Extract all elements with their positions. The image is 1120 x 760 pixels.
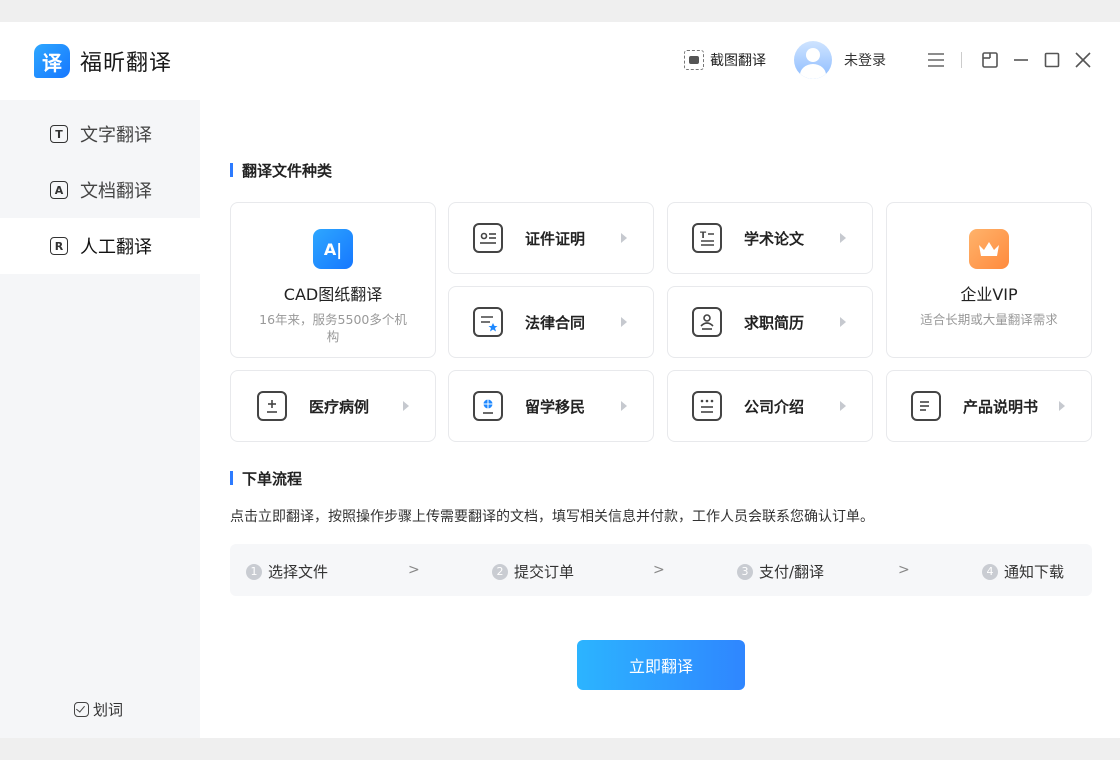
vip-desc: 适合长期或大量翻译需求 <box>920 312 1058 327</box>
sidebar-item-label: 人工翻译 <box>80 237 152 258</box>
mini-mode-button[interactable] <box>979 49 1001 71</box>
card-label: 求职简历 <box>744 313 805 332</box>
main-content: 翻译文件种类 A| CAD图纸翻译 16年来，服务5500多个机构 企业VIP … <box>200 100 1120 738</box>
resume-icon <box>692 307 722 337</box>
step-number: 1 <box>246 563 262 580</box>
id-card-icon <box>473 223 503 253</box>
step-pay-translate: 3 支付/翻译 <box>737 561 824 582</box>
arrow-right-icon <box>1059 401 1065 411</box>
step-notify-download: 4 通知下载 <box>982 561 1064 582</box>
card-label: 留学移民 <box>525 397 586 416</box>
arrow-right-icon <box>621 233 627 243</box>
arrow-right-icon <box>840 233 846 243</box>
minimize-button[interactable] <box>1010 49 1032 71</box>
menu-button[interactable] <box>925 49 947 71</box>
sidebar-item-document-translate[interactable]: A 文档翻译 <box>0 162 200 218</box>
menu-icon <box>928 53 944 67</box>
screenshot-translate-label: 截图翻译 <box>710 53 766 69</box>
sidebar: T 文字翻译 A 文档翻译 R 人工翻译 划词 <box>0 100 200 738</box>
card-study-immigration[interactable]: 留学移民 <box>448 370 654 442</box>
order-process-desc: 点击立即翻译，按照操作步骤上传需要翻译的文档，填写相关信息并付款，工作人员会联系… <box>230 509 874 525</box>
cad-desc: 16年来，服务5500多个机构 <box>259 312 407 344</box>
card-label: 产品说明书 <box>963 397 1039 416</box>
cad-icon: A| <box>313 229 353 269</box>
company-icon <box>692 391 722 421</box>
manual-icon <box>911 391 941 421</box>
card-label: 医疗病例 <box>309 397 370 416</box>
header-actions: 截图翻译 未登录 <box>684 40 1094 80</box>
card-legal-contract[interactable]: 法律合同 <box>448 286 654 358</box>
card-label: 证件证明 <box>525 229 586 248</box>
step-separator: > <box>898 562 910 578</box>
step-number: 4 <box>982 563 998 580</box>
cad-title: CAD图纸翻译 <box>283 285 383 304</box>
screenshot-translate-button[interactable]: 截图翻译 <box>684 50 766 70</box>
paper-icon: T <box>692 223 722 253</box>
section-title-file-types: 翻译文件种类 <box>230 160 332 181</box>
crown-icon <box>969 229 1009 269</box>
sidebar-item-label: 文字翻译 <box>80 125 152 146</box>
step-separator: > <box>408 562 420 578</box>
arrow-right-icon <box>621 401 627 411</box>
sidebar-item-label: 文档翻译 <box>80 181 152 202</box>
card-academic-paper[interactable]: T 学术论文 <box>667 202 873 274</box>
close-icon <box>1075 52 1091 68</box>
avatar[interactable] <box>794 41 832 79</box>
sidebar-item-human-translate[interactable]: R 人工翻译 <box>0 218 200 274</box>
order-steps: 1 选择文件 > 2 提交订单 > 3 支付/翻译 > 4 通知下载 <box>230 544 1092 596</box>
mini-window-icon <box>982 52 998 68</box>
arrow-right-icon <box>840 401 846 411</box>
step-number: 2 <box>492 563 508 580</box>
medical-icon <box>257 391 287 421</box>
step-label: 通知下载 <box>1004 563 1065 581</box>
card-resume[interactable]: 求职简历 <box>667 286 873 358</box>
login-status[interactable]: 未登录 <box>844 50 886 70</box>
checkbox-icon <box>74 702 89 717</box>
card-label: 学术论文 <box>744 229 805 248</box>
section-title-order-process: 下单流程 <box>230 468 302 489</box>
step-submit-order: 2 提交订单 <box>492 561 574 582</box>
contract-icon <box>473 307 503 337</box>
text-icon: T <box>50 125 68 143</box>
app-window: 译 福昕翻译 截图翻译 未登录 T 文字翻译 A 文档翻译 R 人工翻译 划词 … <box>0 22 1120 738</box>
passport-icon <box>473 391 503 421</box>
human-translate-icon: R <box>50 237 68 255</box>
step-select-file: 1 选择文件 <box>246 561 328 582</box>
word-select-label: 划词 <box>93 701 124 719</box>
card-company-intro[interactable]: 公司介绍 <box>667 370 873 442</box>
card-label: 法律合同 <box>525 313 586 332</box>
maximize-icon <box>1044 52 1060 68</box>
camera-icon <box>684 50 704 70</box>
vip-title: 企业VIP <box>960 285 1018 304</box>
arrow-right-icon <box>403 401 409 411</box>
close-button[interactable] <box>1072 49 1094 71</box>
app-logo-icon: 译 <box>34 44 70 78</box>
card-certificate[interactable]: 证件证明 <box>448 202 654 274</box>
title-bar: 译 福昕翻译 截图翻译 未登录 <box>0 22 1120 100</box>
arrow-right-icon <box>621 317 627 327</box>
step-label: 支付/翻译 <box>759 563 825 581</box>
crown-shape <box>979 242 999 256</box>
card-product-manual[interactable]: 产品说明书 <box>886 370 1092 442</box>
minimize-icon <box>1014 59 1028 61</box>
step-label: 选择文件 <box>268 563 329 581</box>
step-separator: > <box>653 562 665 578</box>
card-medical-record[interactable]: 医疗病例 <box>230 370 436 442</box>
card-enterprise-vip[interactable]: 企业VIP 适合长期或大量翻译需求 <box>886 202 1092 358</box>
step-label: 提交订单 <box>514 563 575 581</box>
sidebar-item-text-translate[interactable]: T 文字翻译 <box>0 106 200 162</box>
app-logo: 译 福昕翻译 <box>34 44 172 78</box>
app-title: 福昕翻译 <box>80 51 173 76</box>
card-cad-translate[interactable]: A| CAD图纸翻译 16年来，服务5500多个机构 <box>230 202 436 358</box>
header-divider <box>961 52 962 68</box>
svg-text:T: T <box>700 231 707 241</box>
arrow-right-icon <box>840 317 846 327</box>
document-icon: A <box>50 181 68 199</box>
step-number: 3 <box>737 563 753 580</box>
maximize-button[interactable] <box>1041 49 1063 71</box>
word-select-toggle[interactable]: 划词 <box>74 699 123 720</box>
card-label: 公司介绍 <box>744 397 805 416</box>
translate-now-button[interactable]: 立即翻译 <box>577 640 745 690</box>
